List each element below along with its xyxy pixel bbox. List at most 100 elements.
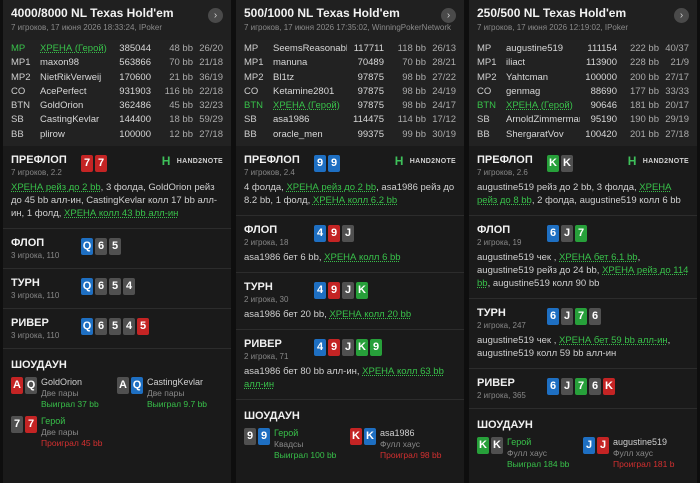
street-header: ТУРН 2 игрока, 247 6 J 7 6 — [477, 299, 689, 330]
player-row[interactable]: CO Ketamine2801 97875 98 bb 24/19 — [244, 85, 456, 99]
playing-card: 9 — [244, 428, 256, 446]
player-name[interactable]: Yahtcman — [506, 71, 580, 85]
showdown-result: Выиграл 37 bb — [41, 399, 99, 410]
hero-action[interactable]: ХРЕНА колл 6 bb — [324, 252, 400, 263]
showdown-players: 9 9 Герой Квадсы Выиграл 100 bb K Kasa1986 Фулл… — [244, 428, 456, 467]
street-action: augustine519 чек , ХРЕНА бет 59 bb алл-и… — [477, 334, 689, 360]
street-header: РИВЕР 3 игрока, 110 Q 6 5 4 5 — [11, 309, 223, 340]
player-name[interactable]: oracle_men — [273, 128, 347, 142]
playing-card: 7 — [11, 416, 23, 434]
player-row[interactable]: MP2 Bl1tz 97875 98 bb 27/22 — [244, 71, 456, 85]
showdown-player-name[interactable]: Герой — [274, 428, 336, 439]
player-name[interactable]: AcePerfect — [40, 85, 114, 99]
player-row[interactable]: MP2 Yahtcman 100000 200 bb 27/17 — [477, 71, 689, 85]
player-row[interactable]: MP ХРЕНА (Герой) 385044 48 bb 26/20 — [11, 42, 223, 56]
open-hand-arrow-icon[interactable]: › — [674, 8, 689, 23]
player-name[interactable]: iliact — [506, 56, 580, 70]
playing-card: K — [603, 378, 615, 396]
player-name[interactable]: Bl1tz — [273, 71, 347, 85]
player-stats: 27/22 — [432, 71, 456, 83]
showdown-player-name[interactable]: augustine519 — [613, 437, 674, 448]
showdown-player-name[interactable]: Герой — [507, 437, 569, 448]
showdown-players: K K Герой Фулл хаус Выиграл 184 bb J Jaugustin… — [477, 437, 689, 476]
showdown-section: ШОУДАУН A Q GoldOrion Две пары Выиграл 37 bb A… — [3, 348, 231, 456]
hero-action[interactable]: ХРЕНА колл 20 bb — [329, 309, 411, 320]
player-name[interactable]: asa1986 — [273, 113, 347, 127]
open-hand-arrow-icon[interactable]: › — [441, 8, 456, 23]
player-name[interactable]: NietRikVerweij — [40, 71, 114, 85]
player-name[interactable]: ХРЕНА (Герой) — [273, 99, 347, 113]
showdown-hand: Две пары — [147, 388, 185, 399]
playing-card: 9 — [328, 225, 340, 243]
player-position: MP2 — [477, 71, 497, 83]
player-name[interactable]: maxon98 — [40, 56, 114, 70]
open-hand-arrow-icon[interactable]: › — [208, 8, 223, 23]
player-row[interactable]: SB asa1986 114475 114 bb 17/12 — [244, 113, 456, 127]
player-name[interactable]: manuna — [273, 56, 347, 70]
playing-card: 4 — [123, 318, 135, 336]
player-stack: 97875 — [357, 71, 384, 83]
player-name[interactable]: plirow — [40, 128, 114, 142]
hero-action[interactable]: ХРЕНА колл 6.2 bb — [313, 195, 397, 206]
player-row[interactable]: MP2 NietRikVerweij 170600 21 bb 36/19 — [11, 71, 223, 85]
playing-card: K — [477, 437, 489, 455]
street-section: ФЛОП 3 игрока, 110 Q 6 5 — [3, 228, 231, 269]
player-name[interactable]: CastingKevlar — [40, 113, 114, 127]
player-row[interactable]: SB ArnoldZimmerman 95190 190 bb 29/19 — [477, 113, 689, 127]
street-section: РИВЕР 3 игрока, 110 Q 6 5 4 5 — [3, 308, 231, 349]
player-name[interactable]: ArnoldZimmerman — [506, 113, 580, 127]
hero-action[interactable]: ХРЕНА бет 6.1 bb — [559, 252, 638, 263]
player-row[interactable]: BTN ХРЕНА (Герой) 97875 98 bb 24/17 — [244, 99, 456, 113]
player-row[interactable]: CO AcePerfect 931903 116 bb 22/18 — [11, 85, 223, 99]
player-name[interactable]: ХРЕНА (Герой) — [40, 42, 114, 56]
showdown-player-name[interactable]: CastingKevlar — [147, 377, 207, 388]
player-name[interactable]: ХРЕНА (Герой) — [506, 99, 580, 113]
player-position: MP1 — [11, 57, 31, 69]
player-stack: 100420 — [585, 128, 617, 140]
hero-action[interactable]: ХРЕНА бет 59 bb алл-ин — [559, 335, 668, 346]
player-name[interactable]: genmag — [506, 85, 580, 99]
hero-action[interactable]: ХРЕНА рейз до 2 bb — [286, 182, 376, 193]
street-meta: 3 игрока, 110 — [11, 251, 60, 261]
showdown-player-name[interactable]: asa1986 — [380, 428, 441, 439]
player-stack-bb: 190 bb — [629, 114, 659, 126]
street-label-block: РИВЕР 2 игрока, 71 — [244, 338, 314, 361]
player-row[interactable]: BB ShergaratVov 100420 201 bb 27/18 — [477, 128, 689, 142]
hero-action[interactable]: ХРЕНА рейз до 2 bb — [11, 182, 101, 193]
player-position: SB — [11, 114, 24, 126]
showdown-player-name[interactable]: Герой — [41, 416, 102, 427]
playing-card: 4 — [314, 339, 326, 357]
player-stack: 113900 — [586, 57, 617, 69]
street-label: ПРЕФЛОП — [477, 154, 533, 167]
player-stats: 30/19 — [432, 128, 456, 140]
player-name[interactable]: ShergaratVov — [506, 128, 580, 142]
player-row[interactable]: CO genmag 88690 177 bb 33/33 — [477, 85, 689, 99]
street-meta: 7 игроков, 2.6 — [477, 168, 528, 178]
street-meta: 3 игрока, 110 — [11, 291, 60, 301]
player-row[interactable]: BB plirow 100000 12 bb 27/18 — [11, 128, 223, 142]
hand-header: 500/1000 NL Texas Hold'em 7 игроков, 17 и… — [236, 0, 464, 40]
showdown-hand: Две пары — [41, 388, 79, 399]
playing-card: 5 — [109, 238, 121, 256]
player-row[interactable]: BTN GoldOrion 362486 45 bb 32/23 — [11, 99, 223, 113]
hero-action[interactable]: ХРЕНА колл 43 bb алл-ин — [64, 208, 178, 219]
player-name[interactable]: GoldOrion — [40, 99, 114, 113]
player-row[interactable]: SB CastingKevlar 144400 18 bb 59/29 — [11, 113, 223, 127]
player-name[interactable]: SeemsReasonable — [273, 42, 347, 56]
player-name[interactable]: Ketamine2801 — [273, 85, 347, 99]
player-row[interactable]: MP1 manuna 70489 70 bb 28/21 — [244, 56, 456, 70]
player-name[interactable]: augustine519 — [506, 42, 580, 56]
player-row[interactable]: MP1 maxon98 563866 70 bb 21/18 — [11, 56, 223, 70]
street-meta: 7 игроков, 2.4 — [244, 168, 295, 178]
action-text: augustine519 чек , — [477, 335, 559, 347]
player-row[interactable]: BB oracle_men 99375 99 bb 30/19 — [244, 128, 456, 142]
board-cards: 6J7 — [547, 225, 587, 243]
showdown-player-name[interactable]: GoldOrion — [41, 377, 99, 388]
player-stack-bb: 98 bb — [402, 71, 426, 83]
playing-card: 6 — [547, 378, 559, 396]
player-row[interactable]: MP augustine519 111154 222 bb 40/37 — [477, 42, 689, 56]
player-row[interactable]: MP SeemsReasonable 117711 118 bb 26/13 — [244, 42, 456, 56]
player-row[interactable]: MP1 iliact 113900 228 bb 21/9 — [477, 56, 689, 70]
player-row[interactable]: BTN ХРЕНА (Герой) 90646 181 bb 20/17 — [477, 99, 689, 113]
player-position: CO — [11, 85, 26, 97]
